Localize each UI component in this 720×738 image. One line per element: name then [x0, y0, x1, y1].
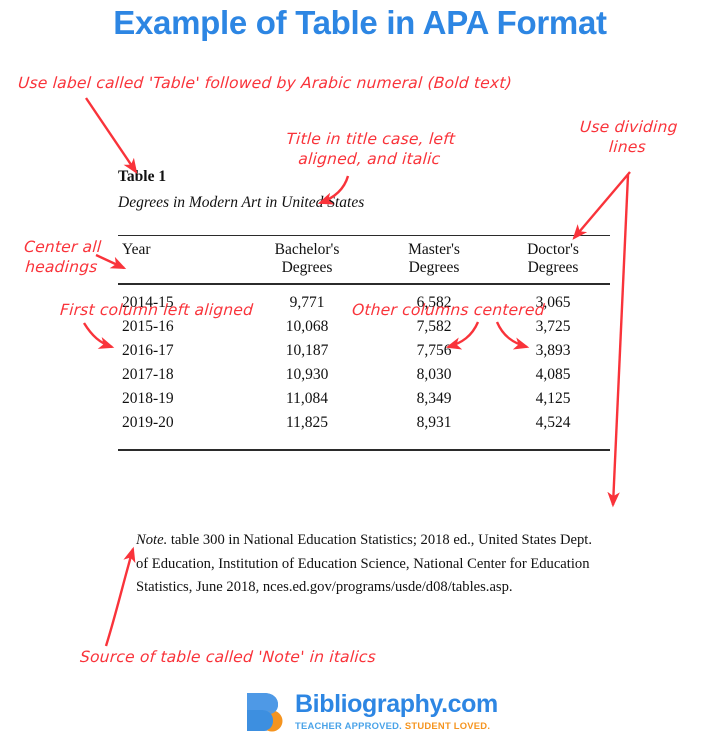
cell-year: 2017-18 — [122, 366, 174, 384]
table-row: 2018-19 11,084 8,349 4,125 — [118, 387, 610, 411]
cell-year: 2016-17 — [122, 341, 174, 359]
table-note-label: Note. — [136, 532, 168, 548]
column-header-masters: Master's Degrees — [372, 236, 496, 283]
column-header-bachelors: Bachelor's Degrees — [242, 236, 372, 283]
cell-bachelors: 11,825 — [285, 414, 329, 432]
column-header-year: Year — [118, 236, 242, 283]
table-label: Table 1 — [118, 168, 167, 185]
annotation-center-headings: Center all headings — [23, 238, 102, 276]
cell-doctors: 4,085 — [535, 366, 571, 384]
logo-text: Bibliography.com TEACHER APPROVED. STUDE… — [295, 689, 498, 730]
column-header-doctors-line1: Doctor's — [527, 241, 579, 259]
table-row: 2017-18 10,930 8,030 4,085 — [118, 363, 610, 387]
column-header-masters-line1: Master's — [408, 241, 460, 259]
logo-b-mark-icon — [247, 693, 283, 732]
annotation-other-columns: Other columns centered — [351, 301, 546, 319]
annotation-use-label: Use label called 'Table' followed by Ara… — [17, 74, 513, 92]
cell-masters: 8,349 — [416, 390, 452, 408]
logo-tagline: TEACHER APPROVED. STUDENT LOVED. — [295, 721, 498, 730]
cell-doctors: 4,125 — [535, 390, 571, 408]
table-note-body: table 300 in National Education Statisti… — [136, 532, 592, 596]
table-row: 2016-17 10,187 7,756 3,893 — [118, 339, 610, 363]
column-header-bachelors-line1: Bachelor's — [274, 241, 340, 259]
column-header-year-label: Year — [122, 241, 151, 259]
annotation-first-column: First column left aligned — [59, 301, 254, 319]
arrow-to-table-label — [85, 97, 138, 174]
logo-tagline-orange: STUDENT LOVED. — [404, 719, 491, 731]
cell-doctors: 3,893 — [535, 341, 571, 359]
logo-tagline-blue: TEACHER APPROVED. — [295, 719, 403, 731]
table-row: 2019-20 11,825 8,931 4,524 — [118, 411, 610, 435]
annotation-dividing-lines: Use dividing lines — [579, 118, 679, 156]
table-note: Note. table 300 in National Education St… — [136, 529, 606, 600]
logo-wordmark: Bibliography.com — [295, 689, 498, 718]
degrees-table: Year Bachelor's Degrees Master's Degrees… — [118, 236, 610, 283]
cell-bachelors: 10,187 — [285, 341, 329, 359]
column-header-doctors: Doctor's Degrees — [496, 236, 610, 283]
table-rule-bottom — [118, 449, 610, 451]
annotation-source-note: Source of table called 'Note' in italics — [79, 648, 377, 666]
cell-masters: 8,931 — [416, 414, 452, 432]
cell-masters: 7,756 — [416, 341, 452, 359]
arrow-to-bottom-rule — [607, 174, 630, 508]
table-caption: Degrees in Modern Art in United States — [118, 194, 365, 212]
cell-masters: 8,030 — [416, 366, 452, 384]
cell-year: 2018-19 — [122, 390, 174, 408]
cell-bachelors: 11,084 — [285, 390, 329, 408]
table-header-row: Year Bachelor's Degrees Master's Degrees… — [118, 236, 610, 283]
page-title: Example of Table in APA Format — [113, 4, 607, 41]
arrow-to-first-column — [82, 322, 115, 349]
bibliography-logo[interactable]: Bibliography.com TEACHER APPROVED. STUDE… — [244, 689, 498, 733]
cell-bachelors: 10,930 — [285, 366, 329, 384]
column-header-doctors-line2: Degrees — [527, 259, 579, 277]
annotation-title-case: Title in title case, left aligned, and i… — [285, 130, 456, 168]
cell-doctors: 4,524 — [535, 414, 571, 432]
arrow-to-note — [104, 546, 136, 647]
table-head: Year Bachelor's Degrees Master's Degrees… — [118, 236, 610, 283]
column-header-masters-line2: Degrees — [408, 259, 460, 277]
column-header-bachelors-line2: Degrees — [281, 259, 333, 277]
cell-year: 2019-20 — [122, 414, 174, 432]
